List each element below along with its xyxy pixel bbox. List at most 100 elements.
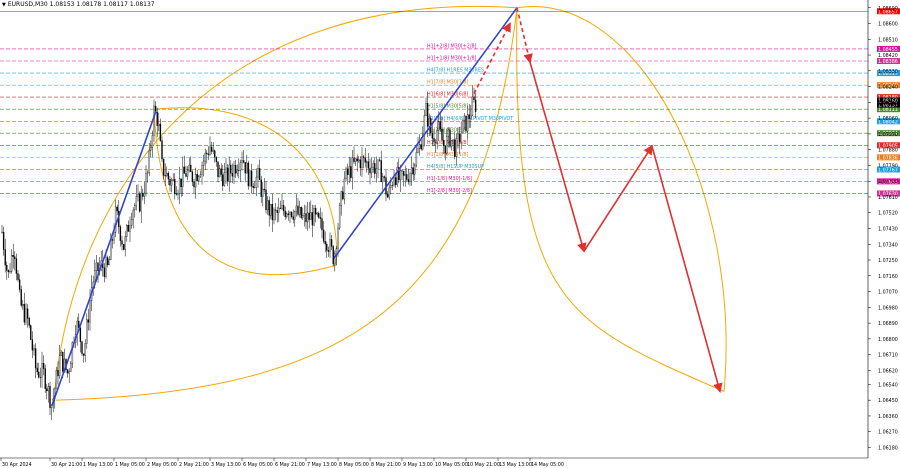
candle-body — [287, 213, 290, 215]
candle-body — [68, 371, 70, 374]
candle-body — [316, 212, 318, 215]
candle-body — [159, 123, 162, 141]
candle-body — [263, 188, 266, 190]
candle-body — [375, 167, 378, 174]
time-tick-label: 2 May 05:00 — [147, 462, 177, 468]
price-tick-label: 1.08060 — [878, 116, 898, 122]
candle-body — [66, 369, 69, 374]
candle-body — [366, 161, 368, 163]
candle-body — [25, 308, 27, 323]
time-tick-label: 8 May 05:00 — [339, 462, 369, 468]
candle-body — [473, 96, 475, 101]
candle-body — [462, 119, 464, 134]
time-tick-label: 30 Apr 21:00 — [51, 462, 82, 468]
candle-body — [146, 171, 149, 174]
candle-body — [164, 175, 166, 177]
candle-body — [295, 205, 298, 212]
candle-body — [2, 232, 5, 250]
candle-body — [332, 246, 334, 265]
candle-body — [370, 167, 373, 174]
candle-body — [142, 192, 144, 197]
level-label: H1[5/8] M30[5/8] — [427, 104, 468, 110]
candle-body — [447, 129, 450, 137]
level-label: H1[-1/8] M30[-1/8] — [427, 176, 472, 182]
candle-body — [298, 207, 301, 215]
candle-body — [145, 173, 147, 194]
candle-body — [172, 179, 174, 181]
level-label: H1[+2/8] M30[+2/8] — [427, 43, 477, 49]
candle-body — [226, 167, 229, 182]
candle-body — [47, 386, 50, 392]
candle-body — [87, 319, 90, 323]
candle-body — [60, 351, 62, 356]
candle-body — [431, 132, 434, 139]
candle-body — [310, 212, 312, 220]
candle-body — [449, 129, 451, 147]
candle-body — [415, 152, 418, 166]
candle-body — [399, 170, 402, 181]
candle-body — [343, 178, 346, 200]
level-price-tag: 1.08386 — [878, 59, 898, 65]
candle-body — [26, 308, 29, 319]
candle-body — [230, 164, 232, 174]
candle-body — [225, 167, 227, 173]
dropdown-triangle-icon[interactable]: ▼ — [2, 2, 6, 8]
candle-body — [34, 348, 37, 369]
candle-body — [36, 367, 38, 373]
candle-body — [12, 255, 14, 257]
level-label: H1[+1/8] M30[+1/8] — [427, 56, 477, 62]
price-tick-label: 1.06980 — [878, 305, 898, 311]
candle-body — [279, 207, 282, 209]
candle-body — [70, 362, 72, 372]
candle-body — [105, 257, 107, 277]
time-tick-label: 8 May 21:00 — [371, 462, 401, 468]
candle-body — [132, 209, 134, 220]
price-tick-label: 1.08240 — [878, 85, 898, 91]
candle-body — [94, 270, 96, 283]
candle-body — [199, 174, 202, 177]
price-chart[interactable]: H1[+2/8] M30[+2/8] 1.08455 H1[+1/8] M30[+1… — [0, 0, 900, 468]
candle-body — [28, 318, 30, 326]
candle-body — [377, 159, 379, 169]
candle-body — [391, 184, 394, 186]
candle-body — [97, 262, 99, 272]
candle-body — [361, 156, 363, 169]
price-tick-label: 1.07160 — [878, 274, 898, 280]
candle-body — [137, 193, 139, 197]
price-tick-label: 1.07340 — [878, 242, 898, 248]
candle-body — [474, 99, 477, 112]
candle-body — [338, 205, 341, 229]
candle-body — [81, 341, 83, 354]
candle-body — [134, 205, 136, 211]
candle-body — [454, 139, 456, 157]
candle-body — [457, 133, 459, 139]
candle-body — [258, 168, 261, 180]
candle-body — [86, 319, 88, 344]
price-tick-label: 1.06710 — [878, 353, 898, 359]
price-tick-label: 1.08420 — [878, 53, 898, 59]
candle-body — [57, 369, 59, 377]
candle-body — [265, 189, 267, 211]
price-tick-label: 1.08330 — [878, 69, 898, 75]
candle-body — [386, 194, 389, 198]
candle-body — [193, 181, 195, 188]
candle-body — [50, 404, 53, 409]
price-tick-label: 1.08690 — [878, 6, 898, 12]
candle-body — [220, 168, 222, 175]
price-tick-label: 1.06620 — [878, 368, 898, 374]
candle-body — [273, 209, 275, 221]
candle-body — [190, 164, 192, 172]
candle-body — [242, 160, 245, 163]
time-tick-label: 10 May 21:00 — [467, 462, 500, 468]
candle-body — [303, 213, 306, 216]
candle-body — [111, 239, 114, 241]
candle-body — [82, 353, 85, 356]
candle-body — [206, 152, 208, 155]
candle-body — [215, 156, 218, 162]
candle-body — [14, 256, 16, 259]
candle-body — [444, 145, 446, 154]
candle-body — [300, 207, 302, 218]
candle-body — [250, 170, 253, 187]
candle-body — [185, 173, 187, 177]
candle-body — [409, 173, 411, 183]
